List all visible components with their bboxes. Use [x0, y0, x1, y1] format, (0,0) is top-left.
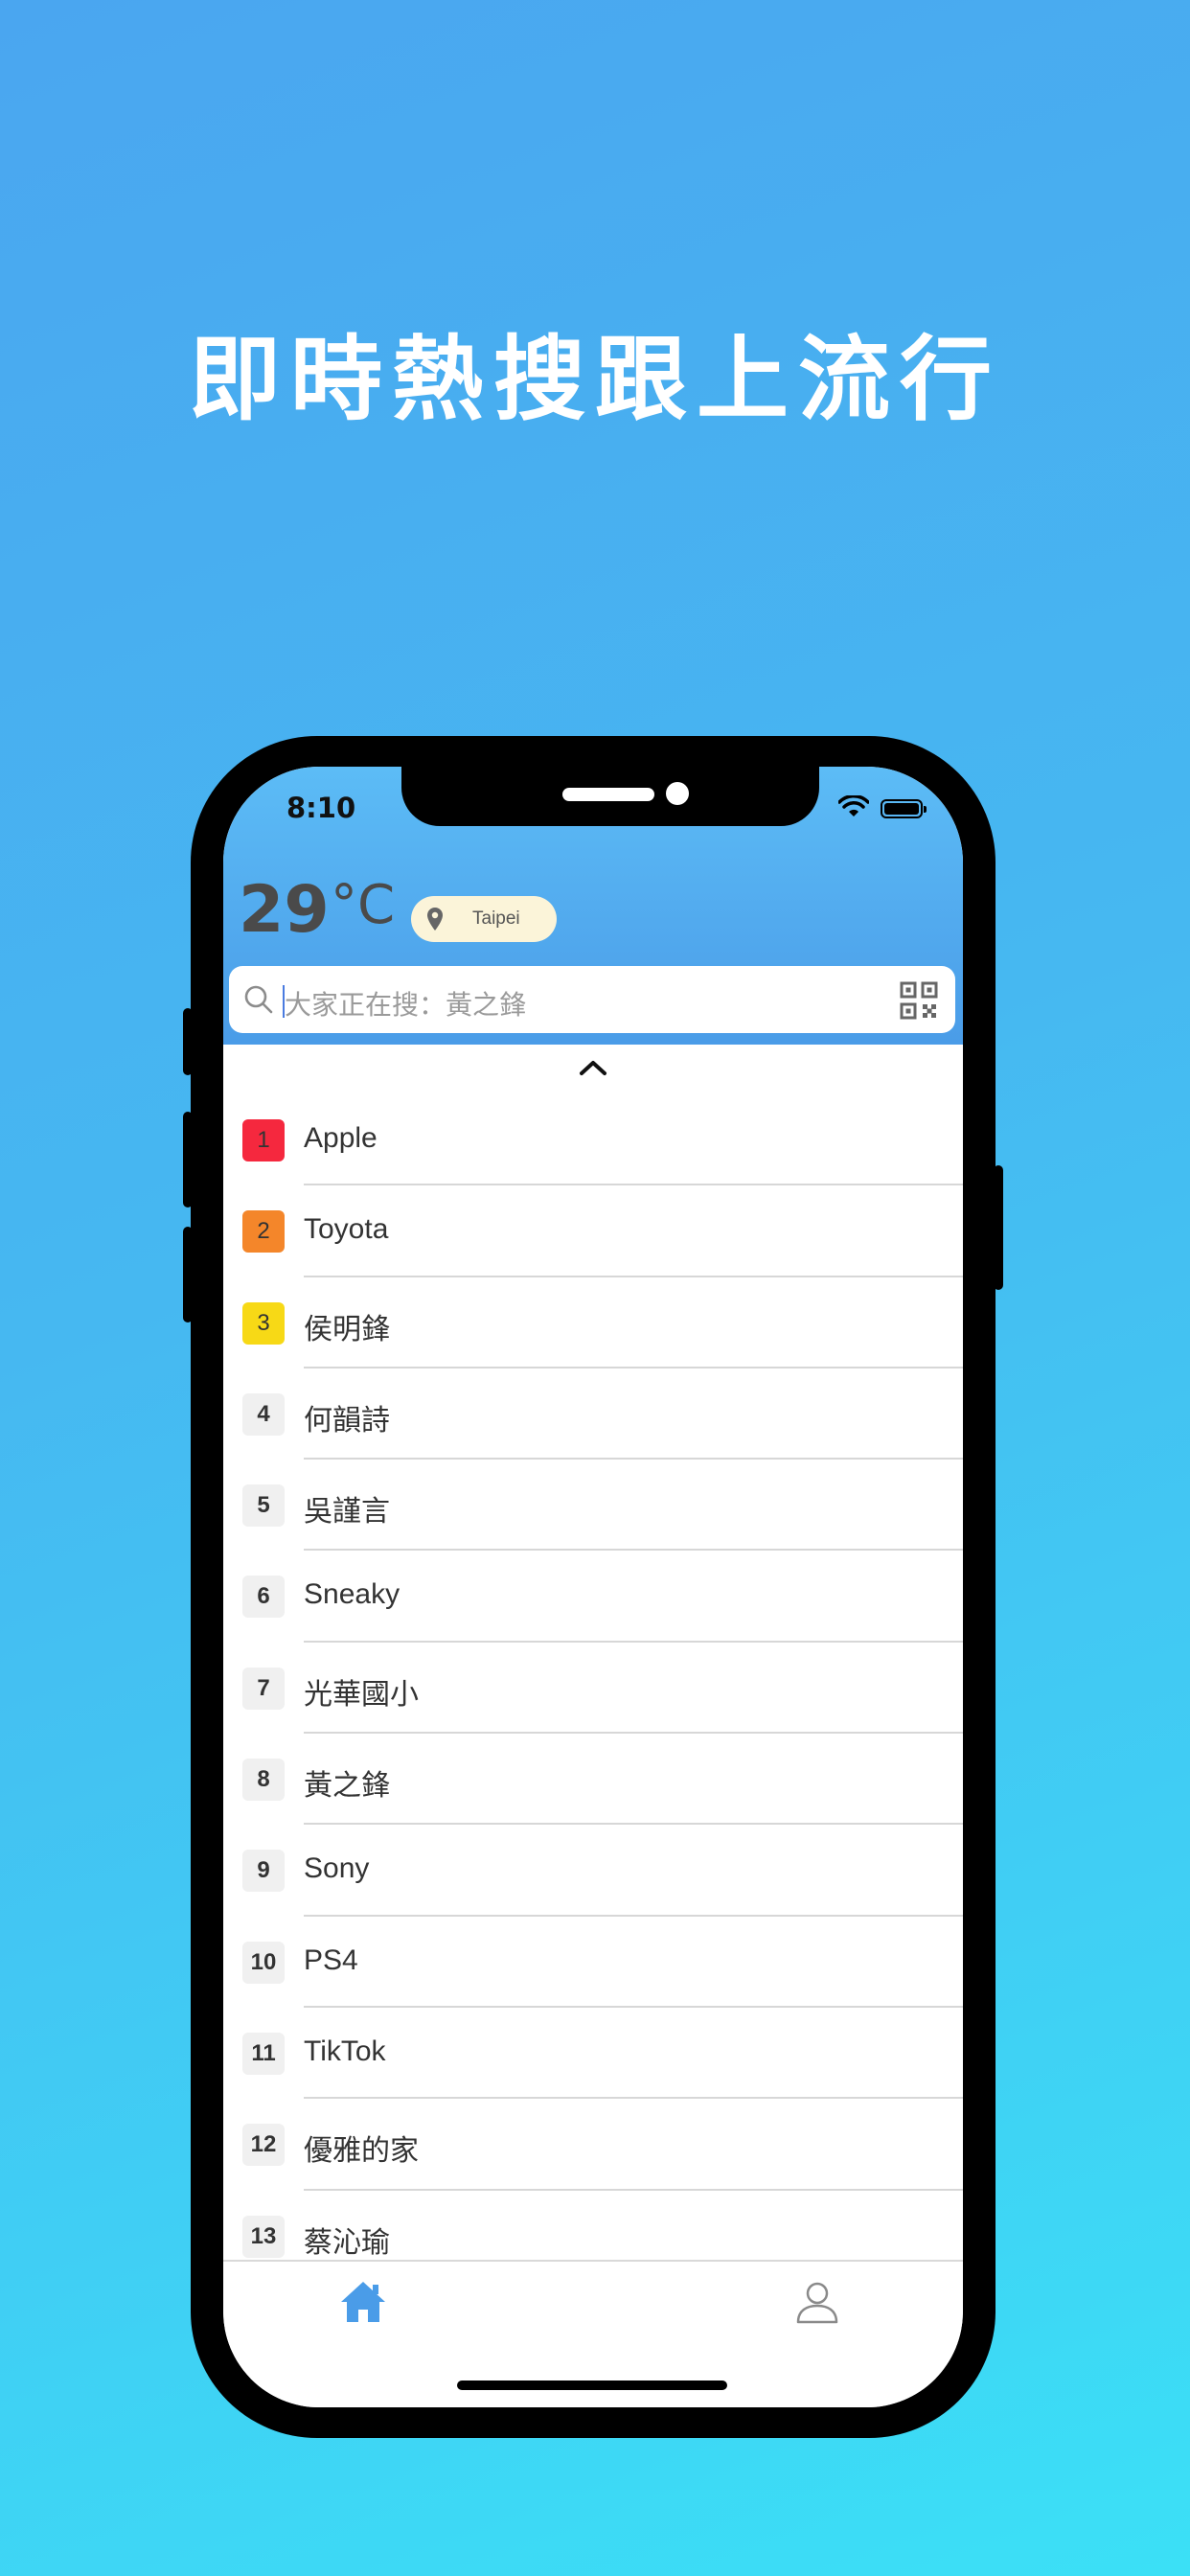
rank-badge: 9 [242, 1850, 285, 1893]
temperature-value: 29 [239, 872, 330, 948]
rank-badge: 4 [242, 1392, 285, 1436]
search-input[interactable]: 大家正在搜：黃之鋒 [229, 966, 955, 1033]
app-screen: 8:10 29 °C Taipei 大家正在搜：黃之鋒 1 Apple 2 To… [223, 767, 963, 2407]
location-button[interactable]: Taipei [411, 896, 557, 942]
trending-term: 黃之鋒 [304, 1770, 390, 1803]
front-camera [666, 782, 689, 805]
battery-icon [881, 799, 927, 818]
rank-badge: 8 [242, 1759, 285, 1802]
trending-term: Sneaky [304, 1578, 400, 1611]
trending-term: Apple [304, 1122, 378, 1154]
rank-badge: 11 [242, 2032, 285, 2075]
trending-row[interactable]: 9 Sony [223, 1825, 963, 1917]
trending-row[interactable]: 8 黃之鋒 [223, 1734, 963, 1826]
temperature-unit: °C [331, 874, 396, 936]
trending-row[interactable]: 7 光華國小 [223, 1643, 963, 1735]
trending-term: 吳謹言 [304, 1496, 390, 1529]
trending-term: Sony [304, 1852, 370, 1885]
rank-badge: 12 [242, 2124, 285, 2167]
trending-row[interactable]: 1 Apple [223, 1094, 963, 1186]
phone-frame: 8:10 29 °C Taipei 大家正在搜：黃之鋒 1 Apple 2 To… [183, 736, 1003, 2438]
trending-row[interactable]: 4 何韻詩 [223, 1368, 963, 1460]
phone-silent-switch [183, 1008, 193, 1075]
search-placeholder: 大家正在搜：黃之鋒 [285, 989, 527, 1021]
profile-icon[interactable] [794, 2279, 840, 2325]
trending-row[interactable]: 12 優雅的家 [223, 2099, 963, 2191]
trending-row[interactable]: 3 侯明鋒 [223, 1277, 963, 1368]
home-icon[interactable] [338, 2279, 388, 2325]
phone-notch [401, 767, 819, 826]
trending-row[interactable]: 6 Sneaky [223, 1551, 963, 1643]
trending-row[interactable]: 10 PS4 [223, 1917, 963, 2008]
trending-row[interactable]: 2 Toyota [223, 1185, 963, 1277]
trending-term: 優雅的家 [304, 2135, 419, 2168]
rank-badge: 6 [242, 1576, 285, 1619]
promo-headline: 即時熱搜跟上流行 [189, 326, 1001, 433]
rank-badge: 5 [242, 1484, 285, 1528]
rank-badge: 1 [242, 1119, 285, 1162]
rank-badge: 2 [242, 1210, 285, 1254]
rank-badge: 7 [242, 1667, 285, 1710]
speaker-grill [562, 788, 654, 801]
rank-badge: 10 [242, 1941, 285, 1984]
search-icon [244, 985, 273, 1014]
trending-row[interactable]: 11 TikTok [223, 2008, 963, 2100]
wifi-icon [838, 795, 869, 816]
trending-term: 侯明鋒 [304, 1313, 390, 1346]
rank-badge: 3 [242, 1301, 285, 1345]
trending-term: 光華國小 [304, 1678, 419, 1711]
location-pin-icon [427, 908, 443, 931]
trending-list: 1 Apple 2 Toyota 3 侯明鋒 4 何韻詩 5 吳謹言 6 Sneaky 7 光華國小 8 黃之… [223, 1094, 963, 2282]
qr-scan-icon[interactable] [900, 981, 938, 1020]
phone-power-button [994, 1165, 1003, 1290]
location-label: Taipei [472, 908, 520, 929]
trending-term: Toyota [304, 1213, 389, 1246]
trending-term: 何韻詩 [304, 1404, 390, 1437]
chevron-up-icon[interactable] [578, 1058, 608, 1077]
trending-term: 蔡沁瑜 [304, 2226, 390, 2259]
home-indicator [457, 2380, 727, 2390]
phone-volume-up [183, 1112, 193, 1208]
trending-term: TikTok [304, 2035, 386, 2067]
trending-row[interactable]: 5 吳謹言 [223, 1460, 963, 1552]
status-time: 8:10 [286, 792, 356, 824]
rank-badge: 13 [242, 2215, 285, 2258]
trending-term: PS4 [304, 1944, 358, 1976]
phone-volume-down [183, 1227, 193, 1322]
